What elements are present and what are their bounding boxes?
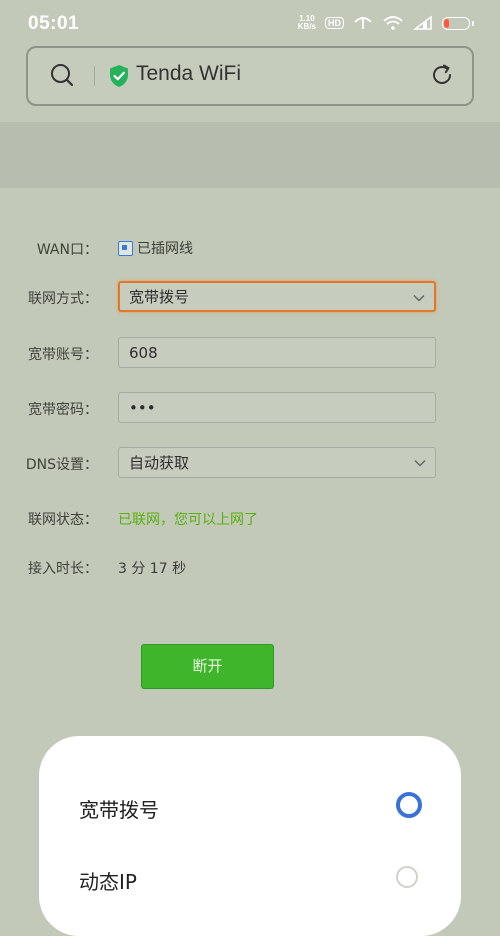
dns-label: DNS设置： xyxy=(25,457,98,473)
account-value: 608 xyxy=(129,344,158,362)
radio-selected-icon[interactable] xyxy=(396,792,422,818)
signal-icon xyxy=(413,15,432,30)
wan-label: WAN口： xyxy=(36,242,98,258)
conn-type-label: 联网方式： xyxy=(28,291,98,307)
clock: 05:01 xyxy=(28,13,80,34)
wan-status-text: 已插网线 xyxy=(137,241,193,257)
refresh-icon[interactable] xyxy=(430,63,454,87)
radio-unselected-icon[interactable] xyxy=(396,866,418,888)
address-divider xyxy=(94,66,95,86)
account-label: 宽带账号： xyxy=(28,347,98,363)
hd-badge: HD xyxy=(325,17,344,29)
option-pppoe[interactable]: 宽带拨号 xyxy=(79,794,159,823)
disconnect-button[interactable]: 断开 xyxy=(141,644,274,689)
battery-level xyxy=(444,18,449,28)
net-status-label: 联网状态： xyxy=(28,512,98,528)
shield-check-icon xyxy=(110,65,128,87)
uptime-value: 3 分 17 秒 xyxy=(118,561,187,577)
password-value: ••• xyxy=(129,399,156,417)
password-label: 宽带密码： xyxy=(28,402,98,418)
conn-type-value: 宽带拨号 xyxy=(129,288,190,306)
search-icon[interactable] xyxy=(50,63,74,87)
conn-type-select[interactable]: 宽带拨号 xyxy=(118,281,436,312)
chevron-down-icon xyxy=(414,459,426,467)
wan-status: 已插网线 xyxy=(118,238,193,258)
password-input[interactable]: ••• xyxy=(118,392,436,423)
status-bar: 05:01 1.10 KB/s HD xyxy=(0,0,500,48)
page-title: Tenda WiFi xyxy=(136,62,242,85)
status-icons: 1.10 KB/s HD xyxy=(298,15,474,31)
network-speed: 1.10 KB/s xyxy=(298,15,316,31)
wifi-calling-icon xyxy=(354,17,372,29)
account-input[interactable]: 608 xyxy=(118,337,436,368)
ethernet-port-icon xyxy=(118,240,133,256)
battery-tip xyxy=(472,20,474,26)
dns-select[interactable]: 自动获取 xyxy=(118,447,436,478)
header-band xyxy=(0,122,500,188)
dns-value: 自动获取 xyxy=(129,454,190,472)
chevron-down-icon xyxy=(413,294,425,302)
address-bar[interactable]: Tenda WiFi xyxy=(26,46,474,106)
connection-type-picker: 宽带拨号 动态IP xyxy=(39,736,461,936)
wifi-icon xyxy=(383,16,403,30)
battery-icon xyxy=(442,16,474,30)
net-status-value: 已联网，您可以上网了 xyxy=(118,512,258,528)
network-speed-unit: KB/s xyxy=(297,22,316,31)
uptime-label: 接入时长： xyxy=(28,561,98,577)
option-dhcp[interactable]: 动态IP xyxy=(79,866,137,895)
